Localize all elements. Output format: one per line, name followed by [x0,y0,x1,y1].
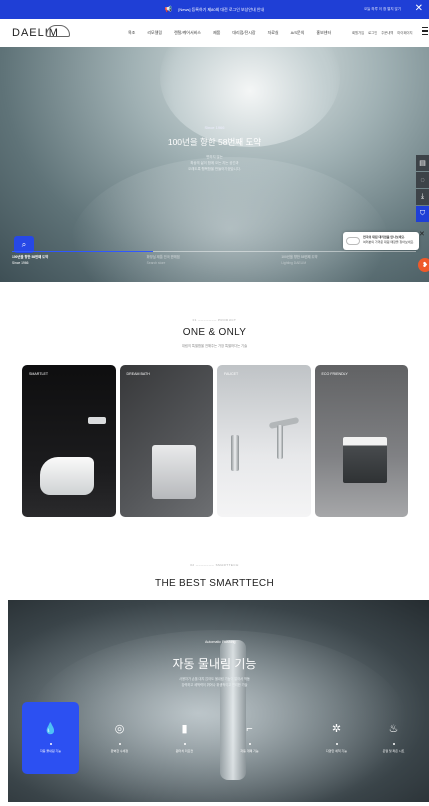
hero-progress-bar [12,251,416,252]
hero-background-image [160,47,340,147]
announcement-bar[interactable]: 📢 [News] 등록하기 제80회 대전 로그인 보상안내 안내 오늘 하루 … [0,0,429,19]
section-subtitle: 대림의 특별함을 전해주는 가장 특별하다는 기술 [181,344,248,348]
chat-icon[interactable]: ◌ [416,172,429,188]
slide-title: 100년을 향한 58번째 도약 [281,255,318,259]
util-link[interactable]: 주문내역 [381,30,393,35]
nav-item[interactable]: 욕조 [128,30,135,36]
water-drop-icon: 💧 [43,723,58,735]
nav-item[interactable]: 대리점/전시장 [232,30,255,36]
feature-tab-label: 자동 개폐 기능 [240,749,259,753]
feature-tab-wash[interactable]: ◎ 완벽한 수세정 [91,702,148,774]
feature-tabs: 💧 자동 물내림 기능 ◎ 완벽한 수세정 ▮ 원터치 리모컨 ⌐ 자동 개폐 … [22,702,426,774]
feature-description: 사용자가 손을 대지 않아도 물내림 기능이 알아서 작동 강력하고 세척력이 … [0,676,429,688]
hide-today-link[interactable]: 오늘 하루 이 창 열지 않기 [364,7,401,12]
card-label: ECO FRIENDLY [321,372,348,376]
product-card-dream-bath[interactable]: DREAM BATH [119,365,213,517]
util-link[interactable]: 마이페이지 [397,30,412,35]
hamburger-menu-icon[interactable] [422,27,428,36]
product-card-smartlet[interactable]: SMARTLET [22,365,116,517]
feature-desc-line: 강력하고 세척력이 뛰어나 위생적이고 편리한 기술 [181,683,248,687]
nav-item[interactable]: 렌탈/케어서비스 [174,30,201,36]
toilet-image [40,457,94,495]
chat-bubble-icon: ❥ [422,262,428,269]
nav-item[interactable]: A/S문의 [291,30,305,36]
product-card-faucet[interactable]: FAUCET [217,365,311,517]
util-link[interactable]: 회원가입 [352,30,364,35]
hero-slide-tab[interactable]: 화장실 제품 전국 판매점 Search store [147,254,282,265]
feature-label: Automatic Flushing [205,640,236,644]
hero-title: 100년을 향한 58번째 도약 [167,137,262,147]
download-icon[interactable]: ⤓ [416,189,429,205]
hero-slide-tab[interactable]: 100년을 향한 58번째 도약 Lighting DAELIM [281,254,416,265]
store-finder-popup[interactable]: 전국의 대림 대리점을 만나보세요. 여러분의 가까운 대림 매장을 찾아보세요… [343,232,419,250]
product-card-eco-friendly[interactable]: ECO FRIENDLY [314,365,408,517]
section-title: ONE & ONLY [182,327,247,338]
nav-item[interactable]: 자료실 [268,30,279,36]
popup-close-icon[interactable]: ✕ [419,230,425,238]
basin-image [151,445,196,499]
popup-thumbnail [346,237,360,245]
card-label: SMARTLET [29,372,49,376]
cart-icon[interactable]: ⛉ [416,206,429,222]
card-label: FAUCET [224,372,239,376]
slide-sub: Since 1966 [12,261,29,265]
util-link[interactable]: 로그인 [368,30,377,35]
utility-nav: 회원가입 로그인 주문내역 마이페이지 [352,30,417,35]
floating-quick-menu: ▤ ◌ ⤓ ⛉ [416,155,429,222]
toilet-lid-icon: ⌐ [246,723,253,735]
search-icon: ⌕ [21,239,27,249]
remote-icon: ▮ [181,723,188,735]
feature-title: 자동 물내림 기능 [172,657,257,671]
hero-since: Since 1966 [204,125,225,130]
nav-item[interactable]: 제품 [213,30,220,36]
nav-item[interactable]: 리모델링 [147,30,162,36]
feature-tab-label: 온열 및 좌온 시트 [382,749,405,753]
store-icon[interactable]: ▤ [416,155,429,171]
card-label: DREAM BATH [126,372,150,376]
feature-tab-remote[interactable]: ▮ 원터치 리모컨 [156,702,213,774]
hero-sub-line: 오래도록 행복함을 만들어가겠습니다. [188,167,241,171]
chatbot-button[interactable]: ❥ [418,258,429,272]
gear-icon: ✲ [331,723,342,735]
section-title: THE BEST SMARTTECH [155,578,274,589]
hero-progress-fill [12,251,154,252]
feature-tab-auto-lid[interactable]: ⌐ 자동 개폐 기능 [221,702,278,774]
feature-tab-heated-seat[interactable]: ♨ 온열 및 좌온 시트 [365,702,422,774]
slide-sub: Search store [146,261,166,265]
feature-tab-label: 자동 물내림 기능 [40,749,61,753]
section-kicker: 02 ─────── SMARTTECH [190,563,239,567]
slide-sub: Lighting DAELIM [281,261,307,265]
main-nav: 욕조 리모델링 렌탈/케어서비스 제품 대리점/전시장 자료실 A/S문의 홍보… [128,30,343,36]
feature-tab-label: 다양한 세척 기능 [326,749,347,753]
faucet-image [231,435,239,471]
announcement-text[interactable]: [News] 등록하기 제80회 대전 로그인 보상안내 안내 [178,7,264,13]
hero-slide-tabs: 100년을 향한 58번째 도약 Since 1966 화장실 제품 전국 판매… [12,254,416,265]
nav-item[interactable]: 홍보센터 [316,30,331,36]
heated-seat-icon: ♨ [388,723,399,735]
logo-mark-icon [46,25,70,37]
feature-tab-label: 원터치 리모컨 [175,749,194,753]
megaphone-icon: 📢 [164,7,173,13]
wash-icon: ◎ [114,723,125,735]
hero-slide-tab[interactable]: 100년을 향한 58번째 도약 Since 1966 [12,254,147,265]
slide-title: 100년을 향한 58번째 도약 [12,255,49,259]
vanity-image [342,437,387,483]
section-kicker: 01 ─────── PRODUCT [192,318,237,322]
feature-tab-label: 완벽한 수세정 [110,749,129,753]
hero-subtitle: 변하지 않는 최상의 삶이 함께 오는 지는 공간과 오래도록 행복함을 만들어… [0,154,429,172]
close-icon[interactable]: ✕ [415,3,423,15]
popup-line: 여러분의 가까운 대림 매장을 찾아보세요. [363,240,415,244]
slide-title: 화장실 제품 전국 판매점 [146,255,180,259]
feature-tab-modes[interactable]: ✲ 다양한 세척 기능 [308,702,365,774]
product-cards: SMARTLET DREAM BATH FAUCET ECO FRIENDLY [22,365,408,517]
feature-tab-auto-flush[interactable]: 💧 자동 물내림 기능 [22,702,79,774]
